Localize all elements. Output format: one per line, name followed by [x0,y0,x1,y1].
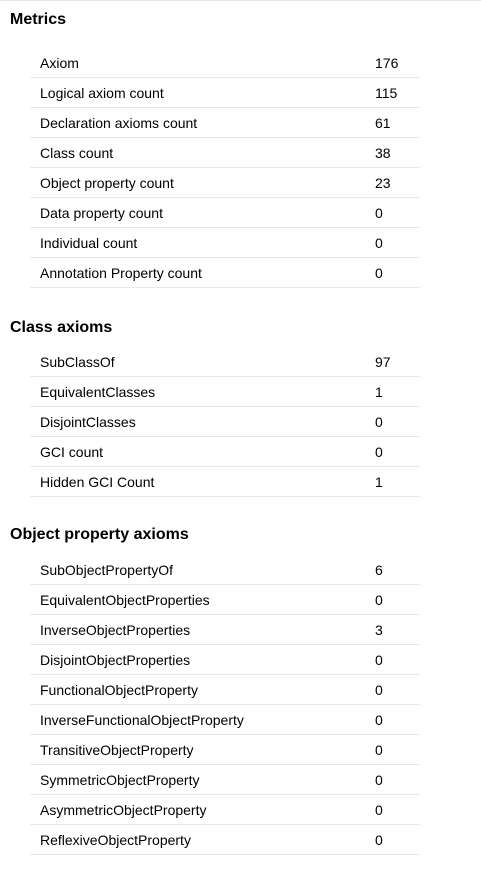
metric-label: Data property count [40,204,163,221]
section-title-object-property-axioms: Object property axioms [10,526,189,543]
metric-label: SubObjectPropertyOf [40,561,174,578]
section-class-axioms: Class axioms SubClassOf 97 EquivalentCla… [0,318,481,497]
metric-label: DisjointClasses [40,413,136,430]
metric-row: SubClassOf 97 [30,347,420,377]
metric-label: EquivalentObjectProperties [40,591,210,608]
metric-label: SymmetricObjectProperty [40,771,200,788]
metric-value: 97 [375,353,391,370]
class-axioms-table: SubClassOf 97 EquivalentClasses 1 Disjoi… [30,347,420,497]
metric-label: DisjointObjectProperties [40,651,191,668]
metric-value: 0 [375,591,383,608]
metric-label: Hidden GCI Count [40,473,155,490]
metric-label: EquivalentClasses [40,383,156,400]
section-metrics: Metrics Axiom 176 Logical axiom count 11… [0,10,481,288]
metric-value: 1 [375,383,383,400]
metric-row: Class count 38 [30,138,420,168]
metric-value: 3 [375,621,383,638]
metric-row: FunctionalObjectProperty 0 [30,675,420,705]
metric-value: 0 [375,264,383,281]
metric-row: SymmetricObjectProperty 0 [30,765,420,795]
metric-row: AsymmetricObjectProperty 0 [30,795,420,825]
metrics-table: Axiom 176 Logical axiom count 115 Declar… [30,48,420,288]
metric-label: SubClassOf [40,353,115,370]
metric-value: 38 [375,144,391,161]
metric-value: 1 [375,473,383,490]
metric-row: InverseFunctionalObjectProperty 0 [30,705,420,735]
top-divider [0,0,481,1]
metric-label: Annotation Property count [40,264,202,281]
metric-value: 0 [375,651,383,668]
metric-value: 0 [375,741,383,758]
metric-label: FunctionalObjectProperty [40,681,198,698]
metric-value: 115 [375,84,398,101]
metric-value: 0 [375,413,383,430]
metric-label: ReflexiveObjectProperty [40,831,191,848]
metric-row: Data property count 0 [30,198,420,228]
metric-value: 0 [375,204,383,221]
section-title-metrics: Metrics [10,11,67,28]
metric-row: DisjointClasses 0 [30,407,420,437]
metric-row: Logical axiom count 115 [30,78,420,108]
metric-label: Class count [40,144,114,161]
metric-value: 0 [375,831,383,848]
metric-value: 61 [375,114,391,131]
metric-value: 0 [375,234,383,251]
metric-row: TransitiveObjectProperty 0 [30,735,420,765]
metric-row: EquivalentObjectProperties 0 [30,585,420,615]
metric-row: GCI count 0 [30,437,420,467]
metric-value: 0 [375,801,383,818]
metric-label: AsymmetricObjectProperty [40,801,207,818]
section-object-property-axioms: Object property axioms SubObjectProperty… [0,525,481,855]
metric-label: Object property count [40,174,174,191]
metric-row: EquivalentClasses 1 [30,377,420,407]
metric-label: Individual count [40,234,138,251]
metric-row: ReflexiveObjectProperty 0 [30,825,420,855]
metric-row: Hidden GCI Count 1 [30,467,420,497]
metric-label: InverseFunctionalObjectProperty [40,711,244,728]
metric-row: DisjointObjectProperties 0 [30,645,420,675]
metric-value: 176 [375,54,399,71]
metric-value: 23 [375,174,391,191]
metric-label: GCI count [40,443,104,460]
metric-row: Individual count 0 [30,228,420,258]
metric-label: Logical axiom count [40,84,164,101]
metric-value: 0 [375,681,383,698]
section-title-class-axioms: Class axioms [10,319,113,336]
metric-row: Annotation Property count 0 [30,258,420,288]
metric-row: InverseObjectProperties 3 [30,615,420,645]
metric-label: InverseObjectProperties [40,621,191,638]
metric-row: Object property count 23 [30,168,420,198]
metric-label: Declaration axioms count [40,114,198,131]
metric-row: Axiom 176 [30,48,420,78]
metric-row: SubObjectPropertyOf 6 [30,555,420,585]
metric-value: 0 [375,771,383,788]
metric-value: 6 [375,561,383,578]
object-property-axioms-table: SubObjectPropertyOf 6 EquivalentObjectPr… [30,555,420,855]
metric-label: Axiom [40,54,79,71]
metric-value: 0 [375,711,383,728]
metric-label: TransitiveObjectProperty [40,741,194,758]
metric-value: 0 [375,443,383,460]
metric-row: Declaration axioms count 61 [30,108,420,138]
